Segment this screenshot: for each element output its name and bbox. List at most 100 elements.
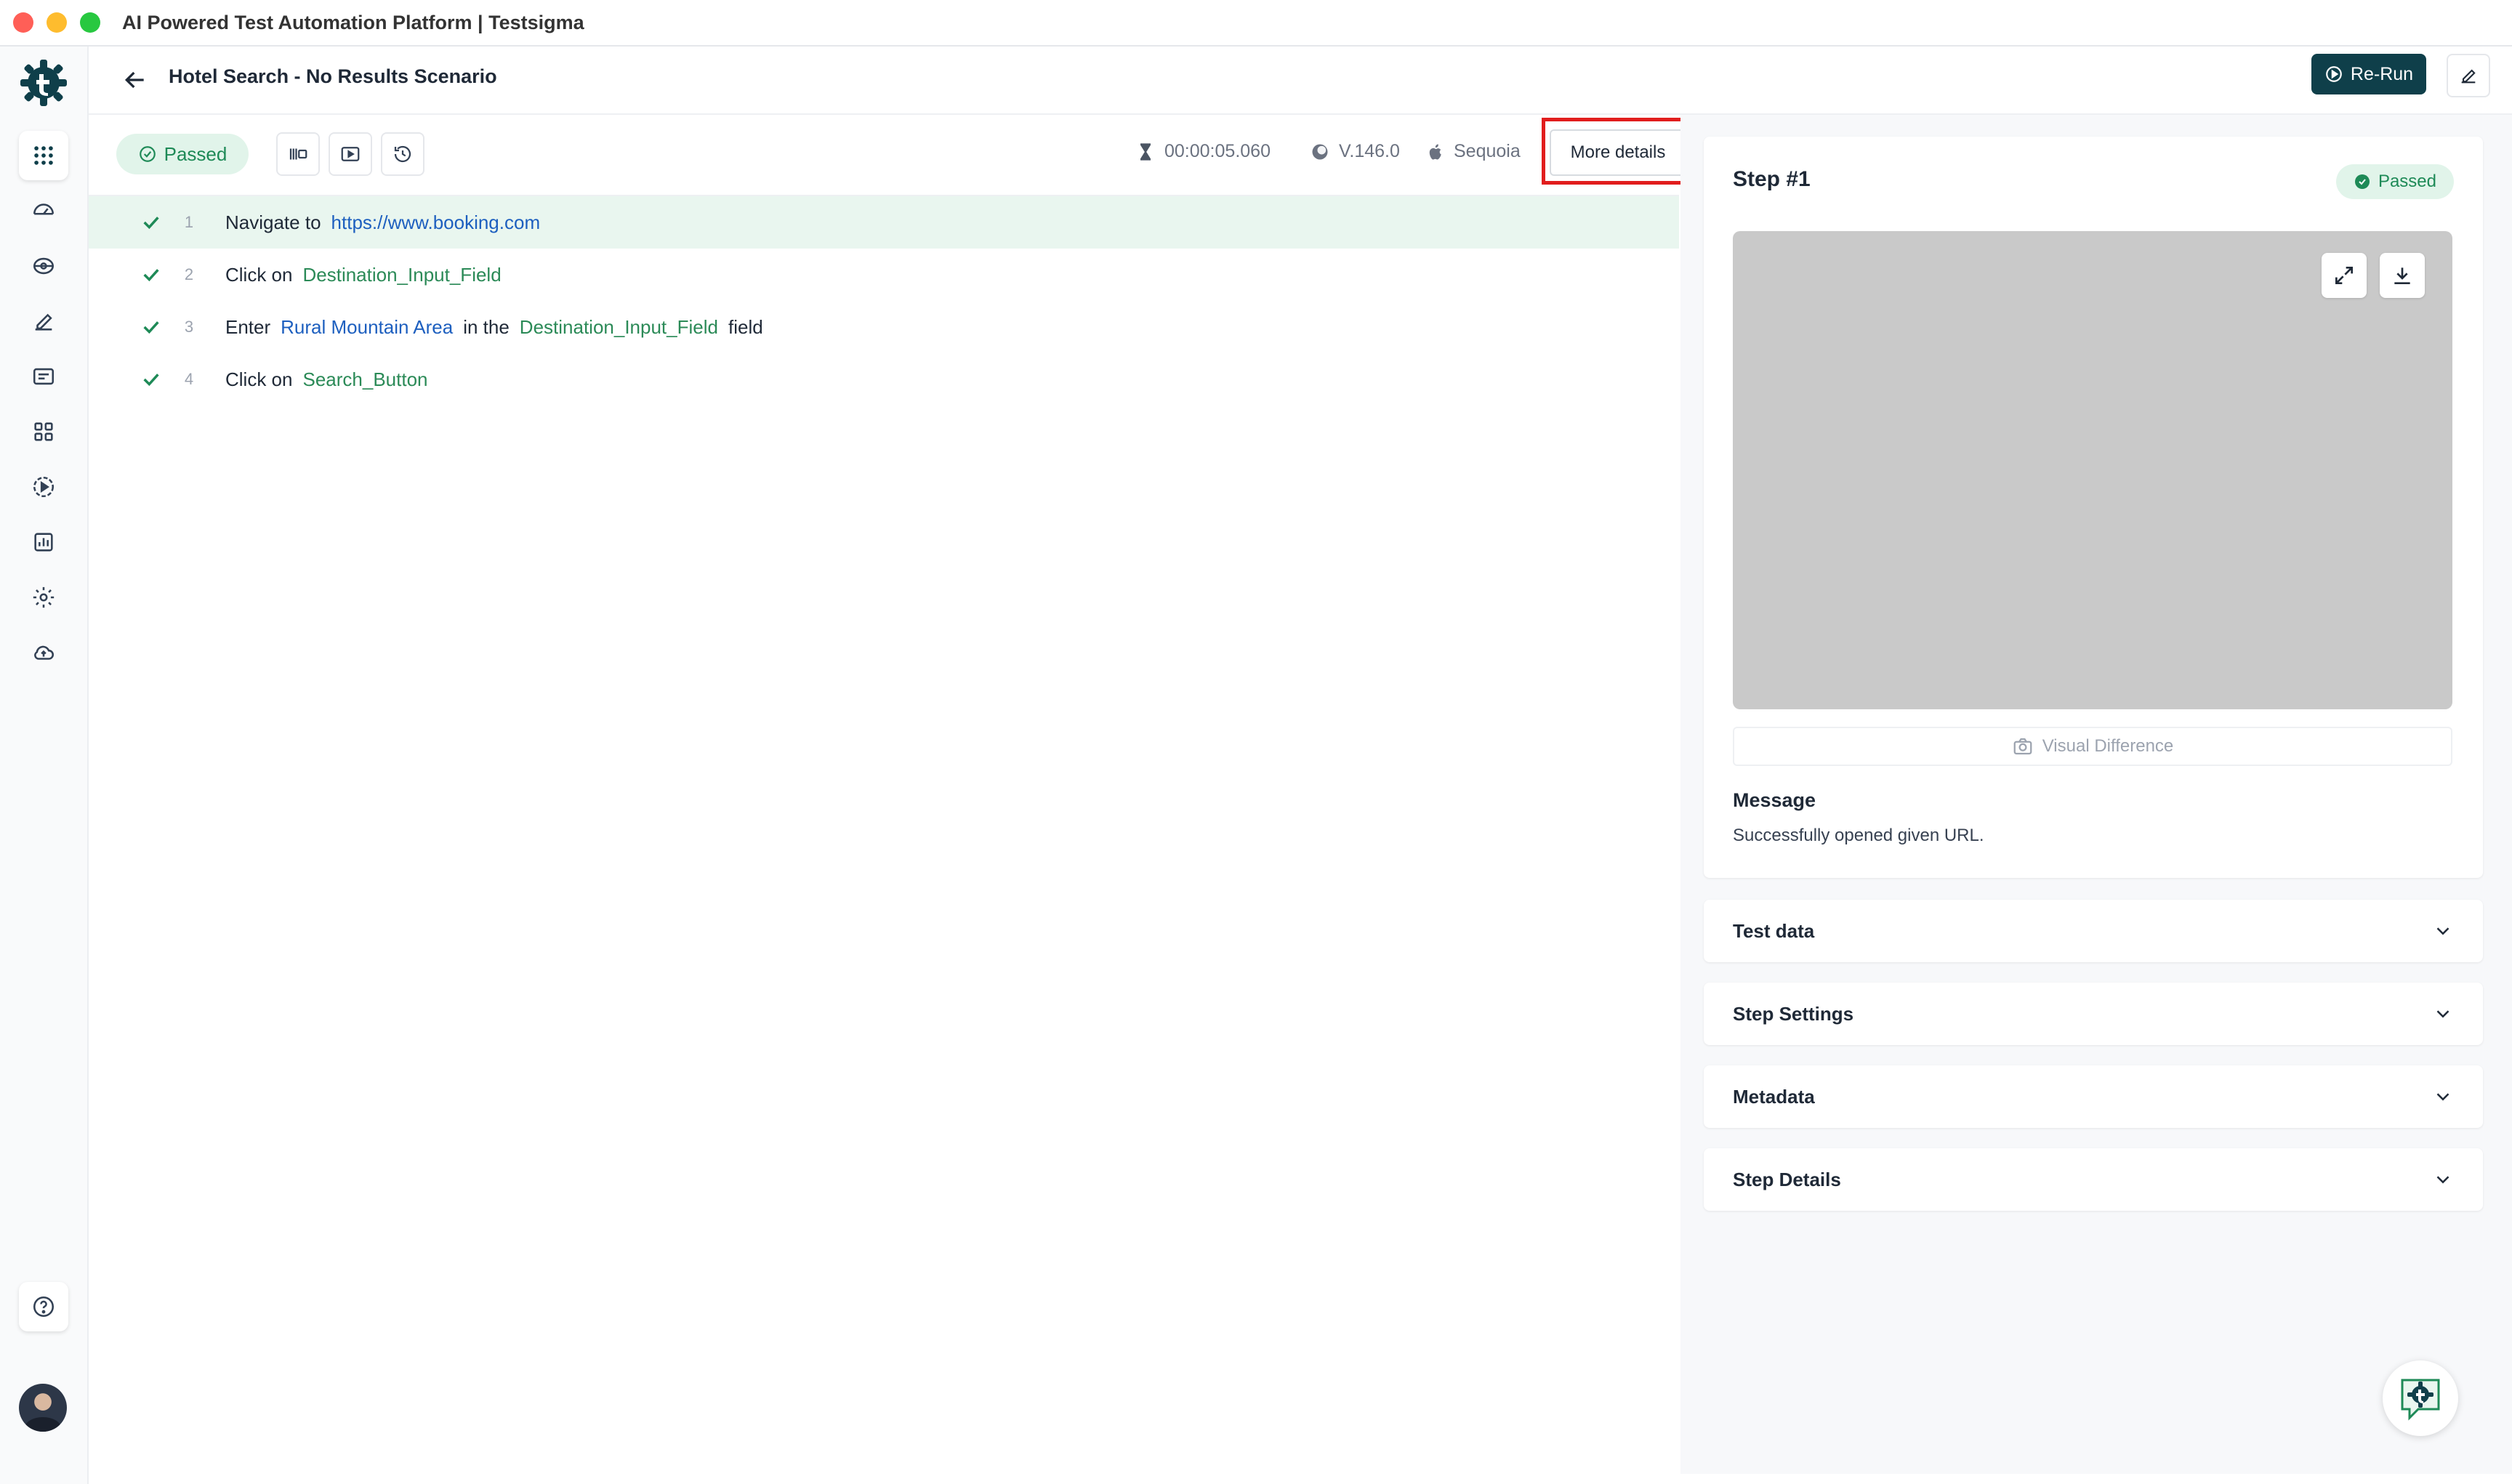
step-element-ref[interactable]: Destination_Input_Field — [520, 316, 718, 339]
step-content: Navigate to https://www.booking.com — [225, 211, 540, 234]
status-label: Passed — [164, 142, 228, 165]
hourglass-icon — [1140, 142, 1151, 161]
sidebar-item-runs[interactable] — [19, 462, 68, 512]
chevron-down-icon — [2436, 1093, 2449, 1101]
sidebar-item-files[interactable] — [19, 352, 68, 401]
sidebar-item-test-plans[interactable] — [19, 241, 68, 291]
expand-icon — [2335, 267, 2353, 284]
rerun-label: Re-Run — [2350, 63, 2414, 84]
more-details-button[interactable]: More details — [1550, 129, 1686, 176]
modules-icon — [34, 422, 53, 441]
step-url-link[interactable]: https://www.booking.com — [331, 211, 541, 234]
video-play-icon — [341, 147, 360, 161]
step-text: in the — [463, 315, 510, 338]
step-detail-card: Step #1 Passed Visual Difference Message… — [1704, 137, 2483, 878]
window-titlebar: AI Powered Test Automation Platform | Te… — [0, 0, 2512, 47]
step-row[interactable]: 1 Navigate to https://www.booking.com — [89, 196, 1679, 249]
user-avatar[interactable] — [19, 1384, 67, 1432]
sidebar — [0, 47, 89, 1484]
duration-info: 00:00:05.060 — [1135, 141, 1271, 162]
step-status-label: Passed — [2378, 172, 2436, 191]
video-button[interactable] — [329, 132, 372, 176]
step-content: Click on Destination_Input_Field — [225, 264, 502, 286]
status-badge: Passed — [116, 134, 249, 174]
assistant-chat-button[interactable] — [2383, 1360, 2458, 1436]
sidebar-item-dashboard[interactable] — [19, 186, 68, 235]
logs-icon — [289, 148, 307, 160]
testsigma-logo-icon[interactable] — [19, 58, 68, 108]
history-button[interactable] — [381, 132, 424, 176]
camera-icon — [2013, 738, 2032, 755]
step-status-badge: Passed — [2335, 164, 2454, 199]
accordion-test-data[interactable]: Test data — [1704, 900, 2483, 962]
step-content: Enter Rural Mountain Area in the Destinatio… — [225, 316, 763, 339]
step-test-data: Rural Mountain Area — [281, 315, 454, 338]
check-icon — [143, 374, 159, 387]
window-title: AI Powered Test Automation Platform | Te… — [122, 12, 584, 33]
step-number: 1 — [184, 213, 194, 231]
pencil-icon — [2461, 69, 2476, 84]
settings-icon — [33, 586, 55, 608]
close-window-button[interactable] — [13, 12, 33, 33]
download-screenshot-button[interactable] — [2380, 253, 2425, 298]
step-list-panel: Passed 00:00:05.060 V.146.0 Sequoia More… — [89, 115, 1690, 1474]
back-arrow-icon[interactable] — [121, 65, 150, 94]
dashboard-icon — [33, 203, 55, 215]
visual-difference-label: Visual Difference — [2042, 736, 2174, 756]
chevron-down-icon — [2436, 1176, 2449, 1184]
visual-difference-button[interactable]: Visual Difference — [1733, 727, 2452, 766]
minimize-window-button[interactable] — [47, 12, 67, 33]
message-label: Message — [1733, 789, 1816, 811]
accordion-step-settings[interactable]: Step Settings — [1704, 983, 2483, 1045]
history-icon — [394, 145, 411, 163]
sidebar-item-test-cases[interactable] — [19, 297, 68, 346]
sidebar-item-cloud[interactable] — [19, 628, 68, 677]
step-element-ref[interactable]: Search_Button — [302, 368, 427, 391]
step-number: 3 — [184, 318, 194, 336]
folder-icon — [33, 368, 55, 385]
browser-version: V.146.0 — [1339, 141, 1400, 161]
step-list: 1 Navigate to https://www.booking.com 2 Clic… — [89, 196, 1679, 406]
step-number: 2 — [184, 265, 194, 283]
test-plan-icon — [33, 257, 55, 275]
step-title: Step #1 — [1733, 167, 1811, 191]
browser-icon — [1312, 144, 1328, 159]
edit-button[interactable] — [2447, 54, 2490, 97]
step-text: Enter — [225, 315, 271, 338]
sidebar-item-reports[interactable] — [19, 517, 68, 567]
play-circle-icon — [2326, 66, 2342, 82]
accordion-metadata[interactable]: Metadata — [1704, 1065, 2483, 1128]
help-button[interactable] — [19, 1282, 68, 1331]
apple-icon — [1429, 144, 1441, 159]
os-info: Sequoia — [1425, 141, 1521, 162]
help-icon — [33, 1296, 55, 1318]
download-icon — [2394, 267, 2410, 284]
rerun-button[interactable]: Re-Run — [2311, 54, 2426, 94]
expand-screenshot-button[interactable] — [2322, 253, 2367, 298]
sidebar-item-apps[interactable] — [19, 131, 68, 180]
chevron-down-icon — [2436, 927, 2449, 935]
step-text: field — [728, 315, 763, 338]
cloud-upload-icon — [34, 645, 54, 660]
reports-icon — [34, 533, 53, 552]
logs-button[interactable] — [276, 132, 320, 176]
step-row[interactable]: 4 Click on Search_Button — [89, 353, 1679, 406]
sidebar-item-settings[interactable] — [19, 573, 68, 622]
page-header: Hotel Search - No Results Scenario Re-Ru… — [89, 47, 2512, 115]
accordion-label: Step Details — [1733, 1169, 1841, 1190]
check-circle-icon — [139, 146, 156, 162]
chevron-down-icon — [2436, 1010, 2449, 1018]
step-row[interactable]: 2 Click on Destination_Input_Field — [89, 249, 1679, 301]
step-content: Click on Search_Button — [225, 368, 428, 391]
result-toolbar: Passed 00:00:05.060 V.146.0 Sequoia More… — [89, 115, 1690, 196]
check-icon — [143, 217, 159, 230]
check-icon — [143, 269, 159, 282]
step-row[interactable]: 3 Enter Rural Mountain Area in the Destinati… — [89, 301, 1679, 353]
sidebar-item-modules[interactable] — [19, 407, 68, 456]
accordion-step-details[interactable]: Step Details — [1704, 1148, 2483, 1211]
maximize-window-button[interactable] — [80, 12, 100, 33]
step-element-ref[interactable]: Destination_Input_Field — [302, 264, 501, 286]
assistant-chat-icon — [2401, 1379, 2440, 1421]
step-detail-panel: Step #1 Passed Visual Difference Message… — [1680, 115, 2512, 1474]
step-text: Click on — [225, 263, 293, 286]
